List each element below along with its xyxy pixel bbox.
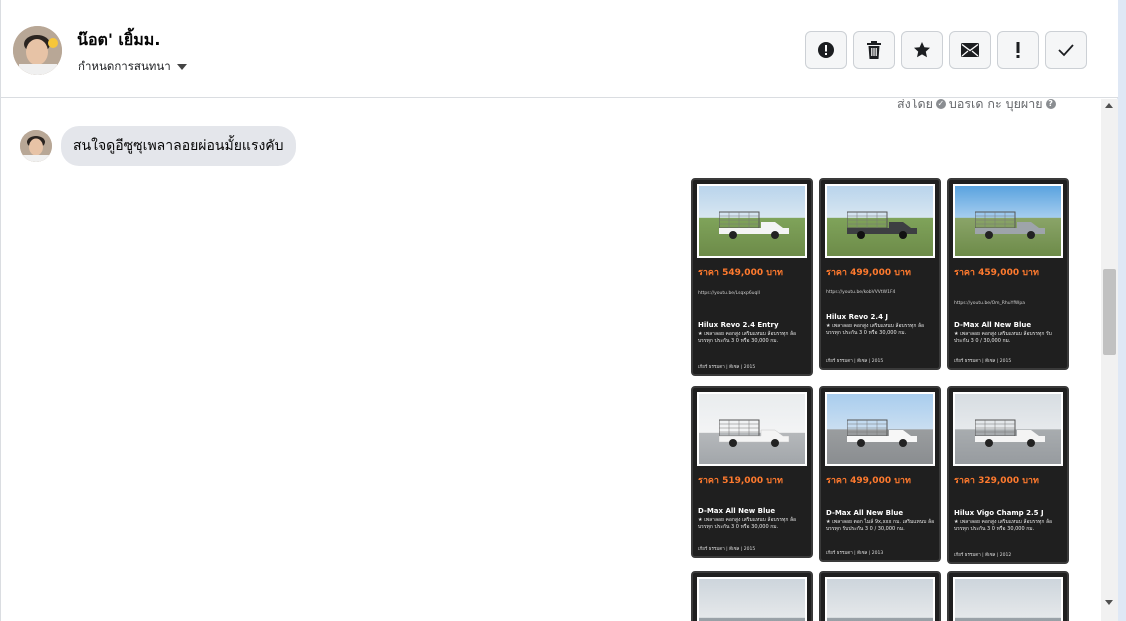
car-photo (697, 392, 807, 466)
sent-by-name: บอรเด กะ บุยผาย (948, 99, 1043, 111)
model-name: D-Max All New Blue (698, 507, 776, 515)
description: ★ เพลาลอย คอกสูง เสริมแหนบ ล้อบรรทุก ล้อ… (954, 519, 1053, 532)
alert-button[interactable] (805, 31, 847, 69)
mail-button[interactable] (949, 31, 991, 69)
car-listing-image[interactable]: ราคา 499,000 บาท D-Max All New Blue ★ เพ… (819, 386, 941, 562)
description: ★ เพลาลอย ตอก ไมล์ 9x,xxx กม. เสริมแหนบ … (826, 519, 935, 532)
price-label: ราคา 329,000 บาท (954, 476, 1039, 486)
model-name: Hilux Revo 2.4 J (826, 313, 888, 321)
specs-footer: เกียร์ ธรรมดา | ดีเซล | 2015 (826, 359, 884, 364)
car-listing-image[interactable]: ราคา 329,000 บาท Hilux Vigo Champ 2.5 J … (947, 386, 1069, 564)
car-photo (953, 577, 1063, 621)
avatar[interactable] (13, 26, 62, 75)
mark-done-button[interactable] (1045, 31, 1087, 69)
check-icon (1058, 44, 1074, 57)
car-photo (825, 577, 935, 621)
car-photo (697, 577, 807, 621)
mark-important-button[interactable] (997, 31, 1039, 69)
car-listing-image[interactable]: ราคา 519,000 บาท D-Max All New Blue ★ เพ… (691, 386, 813, 558)
model-name: Hilux Revo 2.4 Entry (698, 321, 779, 329)
link-text: https://youtu.be/kobVVVtW1F4 (826, 290, 896, 295)
delete-button[interactable] (853, 31, 895, 69)
scroll-up-arrow-icon[interactable] (1105, 103, 1113, 108)
car-photo (825, 184, 935, 258)
alert-icon (818, 42, 834, 58)
price-label: ราคา 499,000 บาท (826, 268, 911, 278)
trash-icon (867, 41, 881, 59)
price-label: ราคา 459,000 บาท (954, 268, 1039, 278)
car-listing-image[interactable]: ราคา 549,000 บาท https://youtu.be/Lsqxp6… (691, 178, 813, 376)
description: ★ เพลาลอย คอกสูง เสริมแหนบ ล้อบรรทุก ล้อ… (698, 517, 797, 530)
caret-down-icon (176, 64, 187, 70)
specs-footer: เกียร์ ธรรมดา | ดีเซล | 2015 (698, 365, 756, 370)
car-listing-image[interactable] (947, 571, 1069, 621)
car-listing-image[interactable]: ราคา 459,000 บาท https://youtu.be/Om_Rhu… (947, 178, 1069, 370)
car-photo (825, 392, 935, 466)
price-label: ราคา 519,000 บาท (698, 476, 783, 486)
star-icon (914, 42, 930, 58)
car-listing-image[interactable] (691, 571, 813, 621)
exclamation-icon (1016, 42, 1020, 58)
link-text: https://youtu.be/Lsqxp6uqlI (698, 291, 760, 296)
sender-avatar[interactable] (20, 130, 52, 162)
message-thread[interactable]: ส่งโดย ✓ บอรเด กะ บุยผาย ? สนใจดูอีซูซุเ… (1, 99, 1101, 621)
car-listing-image[interactable] (819, 571, 941, 621)
sent-by-line: ส่งโดย ✓ บอรเด กะ บุยผาย ? (897, 99, 1056, 114)
link-text: https://youtu.be/Om_RhuYfWpa (954, 301, 1025, 306)
header-actions (805, 31, 1087, 69)
sent-by-label: ส่งโดย (897, 99, 933, 111)
specs-footer: เกียร์ ธรรมดา | ดีเซล | 2012 (954, 553, 1012, 558)
assign-conversation-dropdown[interactable]: กำหนดการสนทนา (78, 58, 187, 76)
specs-footer: เกียร์ ธรรมดา | ดีเซล | 2015 (698, 547, 756, 552)
specs-footer: เกียร์ ธรรมดา | ดีเซล | 2013 (826, 551, 884, 556)
model-name: D-Max All New Blue (954, 321, 1032, 329)
car-listing-image[interactable]: ราคา 499,000 บาท https://youtu.be/kobVVV… (819, 178, 941, 370)
description: ★ เพลาลอย คอกสูง เสริมแหนบ ล้อบรรทุก ล้อ… (826, 323, 925, 336)
model-name: D-Max All New Blue (826, 509, 904, 517)
scroll-down-arrow-icon[interactable] (1105, 600, 1113, 605)
description: ★ เพลาลอย คอกสูง เสริมแหนบ ล้อบรรทุก ล้อ… (698, 331, 797, 344)
scrollbar[interactable] (1101, 99, 1118, 621)
model-name: Hilux Vigo Champ 2.5 J (954, 509, 1044, 517)
incoming-message: สนใจดูอีซูซุเพลาลอยผ่อนมั้ยแรงคับ (61, 126, 296, 166)
car-photo (953, 184, 1063, 258)
contact-name: น๊อต' เยิ้มม. (77, 30, 161, 49)
description: ★ เพลาลอย คอกสูง เสริมแหนบ ล้อบรรทุก รับ… (954, 331, 1052, 344)
assign-label: กำหนดการสนทนา (78, 59, 171, 73)
star-button[interactable] (901, 31, 943, 69)
page-icon: ✓ (935, 99, 946, 109)
specs-footer: เกียร์ ธรรมดา | ดีเซล | 2015 (954, 359, 1012, 364)
price-label: ราคา 499,000 บาท (826, 476, 911, 486)
conversation-panel: น๊อต' เยิ้มม. กำหนดการสนทนา ส่งโดย ✓ บอร… (0, 0, 1118, 621)
scroll-thumb[interactable] (1103, 269, 1116, 355)
price-label: ราคา 549,000 บาท (698, 268, 783, 278)
help-icon[interactable]: ? (1045, 99, 1056, 109)
car-photo (953, 392, 1063, 466)
conversation-header: น๊อต' เยิ้มม. กำหนดการสนทนา (1, 0, 1118, 98)
car-photo (697, 184, 807, 258)
mail-icon (961, 43, 979, 57)
